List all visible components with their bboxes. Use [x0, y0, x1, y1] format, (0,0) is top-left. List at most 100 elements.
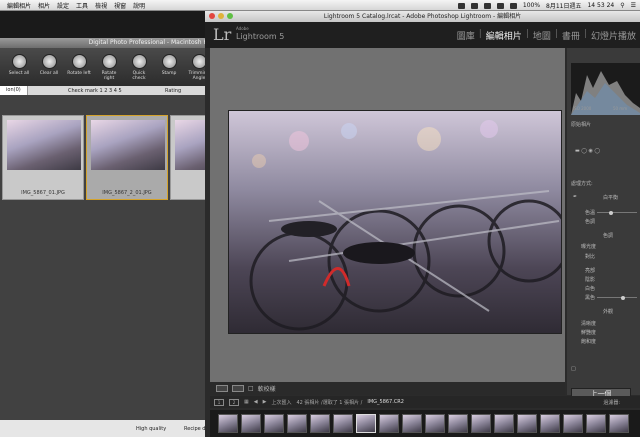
rating-label[interactable]: Rating: [165, 88, 181, 94]
filmstrip-thumbnail[interactable]: [425, 414, 445, 433]
compare-view-button[interactable]: [232, 385, 244, 392]
filmstrip[interactable]: [210, 410, 640, 437]
minimize-icon[interactable]: [218, 13, 224, 19]
filmstrip-thumbnail[interactable]: [333, 414, 353, 433]
check-mark-label: Check mark: [68, 87, 98, 94]
last-import-label[interactable]: 上次匯入: [271, 399, 291, 406]
filmstrip-thumbnail[interactable]: [241, 414, 261, 433]
filmstrip-thumbnail[interactable]: [563, 414, 583, 433]
battery-text[interactable]: 100%: [523, 2, 540, 9]
bluetooth-icon[interactable]: [483, 2, 491, 9]
histogram-lens: 50 mm: [613, 106, 628, 111]
menu-window[interactable]: 視窗: [114, 1, 126, 10]
presence-label: 外觀: [603, 309, 614, 315]
grid-icon[interactable]: ▦: [244, 399, 249, 405]
rotate-right-button[interactable]: Rotate right: [96, 54, 122, 81]
spotlight-icon[interactable]: ⚲: [620, 2, 624, 9]
panel-checkbox[interactable]: □: [571, 366, 576, 372]
temp-slider[interactable]: [597, 210, 637, 215]
back-arrow-icon[interactable]: ◀: [254, 399, 258, 405]
volume-icon[interactable]: [509, 2, 517, 9]
filmstrip-thumbnail[interactable]: [379, 414, 399, 433]
collection-tab[interactable]: ion(0): [0, 86, 28, 95]
thumbnail-selected[interactable]: IMG_5867_2_01.JPG: [86, 115, 168, 200]
tint-label: 色調: [585, 219, 596, 225]
notification-icon[interactable]: ☰: [631, 2, 636, 9]
rotate-left-button[interactable]: Rotate left: [66, 54, 92, 76]
module-library[interactable]: 圖庫: [457, 29, 475, 42]
soft-proof-label[interactable]: 軟校樣: [258, 384, 276, 393]
filmstrip-thumbnail[interactable]: [264, 414, 284, 433]
stamp-icon: [161, 54, 177, 69]
check-mark-filter[interactable]: Check mark 1 2 3 4 5: [68, 88, 122, 94]
select-all-label: Select all: [8, 71, 30, 76]
eyedropper-icon[interactable]: ✒: [573, 194, 577, 200]
dropbox-icon[interactable]: [470, 2, 478, 9]
wifi-icon[interactable]: [496, 2, 504, 9]
menu-edit-photo[interactable]: 編輯相片: [7, 1, 31, 10]
temp-knob[interactable]: [609, 210, 613, 215]
menu-view[interactable]: 檢視: [95, 1, 107, 10]
temp-label: 色溫: [585, 210, 596, 216]
menu-help[interactable]: 說明: [133, 1, 145, 10]
current-filename[interactable]: IMG_5867.CR2: [367, 399, 404, 405]
filmstrip-thumbnail[interactable]: [287, 414, 307, 433]
filmstrip-thumbnail[interactable]: [517, 414, 537, 433]
filmstrip-thumbnail[interactable]: [609, 414, 629, 433]
zoom-icon[interactable]: [227, 13, 233, 19]
checkbox-icon[interactable]: □: [248, 385, 254, 392]
treatment-label[interactable]: 處理方式:: [571, 180, 593, 187]
rotate-left-icon: [71, 54, 87, 69]
select-all-button[interactable]: Select all: [6, 54, 32, 76]
page-2-button[interactable]: 2: [229, 398, 239, 406]
filmstrip-thumbnail[interactable]: [586, 414, 606, 433]
tool-strip[interactable]: ▬ ◯ ◉ ◯: [575, 148, 600, 154]
module-develop[interactable]: 編輯相片: [486, 29, 522, 42]
stamp-button[interactable]: Stamp: [156, 54, 182, 76]
filmstrip-thumbnail[interactable]: [218, 414, 238, 433]
photo-count: 42 張相片 /選取了 1 張相片 /: [296, 399, 363, 406]
status-icon[interactable]: [457, 2, 465, 9]
window-controls: [209, 13, 233, 19]
module-separator: |: [583, 29, 587, 39]
menubar-time[interactable]: 14 53 24: [587, 2, 614, 9]
clear-all-icon: [41, 54, 57, 69]
quick-check-label: Quick check: [132, 71, 146, 81]
menubar-date[interactable]: 8月11日週五: [546, 1, 581, 10]
forward-arrow-icon[interactable]: ▶: [263, 399, 267, 405]
filmstrip-thumbnail[interactable]: [494, 414, 514, 433]
check-mark-values[interactable]: 1 2 3 4 5: [99, 88, 121, 94]
menu-tools[interactable]: 工具: [76, 1, 88, 10]
blacks-label: 黑色: [585, 295, 596, 301]
module-book[interactable]: 書冊: [562, 29, 580, 42]
menubar-status: 100% 8月11日週五 14 53 24 ⚲ ☰: [457, 0, 636, 11]
filmstrip-thumbnail[interactable]: [310, 414, 330, 433]
loupe-view-button[interactable]: [216, 385, 228, 392]
filmstrip-thumbnail[interactable]: [471, 414, 491, 433]
page-1-button[interactable]: 1: [214, 398, 224, 406]
product-name: Lightroom 5: [236, 32, 285, 41]
close-icon[interactable]: [209, 13, 215, 19]
quick-check-button[interactable]: Quick check: [126, 54, 152, 81]
menu-settings[interactable]: 設定: [57, 1, 69, 10]
develop-canvas[interactable]: [210, 48, 565, 382]
filter-label[interactable]: 過濾器:: [603, 399, 620, 406]
shadows-label: 陰影: [585, 277, 596, 283]
filmstrip-thumbnail[interactable]: [356, 414, 376, 433]
histogram[interactable]: ISO 2000 50 mm: [571, 63, 640, 115]
module-slideshow[interactable]: 幻燈片播放: [591, 29, 636, 42]
module-map[interactable]: 地圖: [533, 29, 551, 42]
lr-logo: Lr: [213, 25, 232, 44]
clear-all-button[interactable]: Clear all: [36, 54, 62, 76]
histogram-iso: ISO 2000: [573, 106, 592, 111]
thumbnail[interactable]: IMG_5867_01.JPG: [2, 115, 84, 200]
blacks-slider[interactable]: [597, 295, 637, 300]
filmstrip-thumbnail[interactable]: [448, 414, 468, 433]
menu-photo[interactable]: 相片: [38, 1, 50, 10]
dpp-title[interactable]: Digital Photo Professional - Macintosh H: [0, 38, 212, 48]
filmstrip-thumbnail[interactable]: [402, 414, 422, 433]
original-photo-label[interactable]: 原始相片: [571, 121, 591, 128]
main-photo[interactable]: [228, 110, 562, 334]
filmstrip-thumbnail[interactable]: [540, 414, 560, 433]
blacks-knob[interactable]: [621, 295, 625, 300]
